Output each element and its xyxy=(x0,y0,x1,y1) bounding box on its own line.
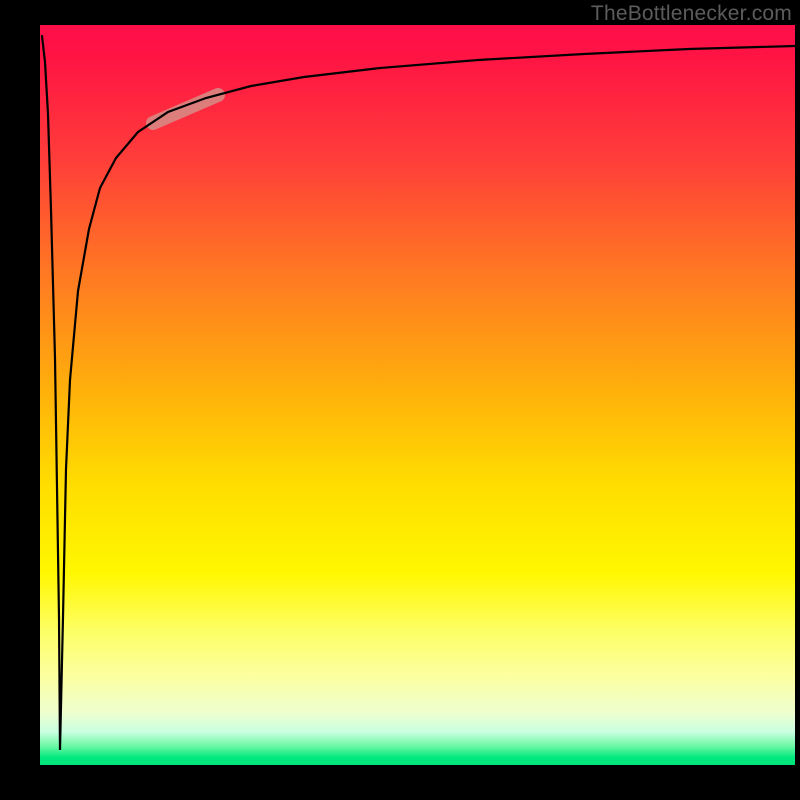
curve-layer xyxy=(40,25,795,765)
plot-area xyxy=(40,25,795,765)
watermark-text: TheBottlenecker.com xyxy=(591,2,792,26)
bottleneck-curve xyxy=(42,36,795,750)
highlight-segment xyxy=(153,95,218,123)
chart-frame: TheBottlenecker.com xyxy=(0,0,800,800)
